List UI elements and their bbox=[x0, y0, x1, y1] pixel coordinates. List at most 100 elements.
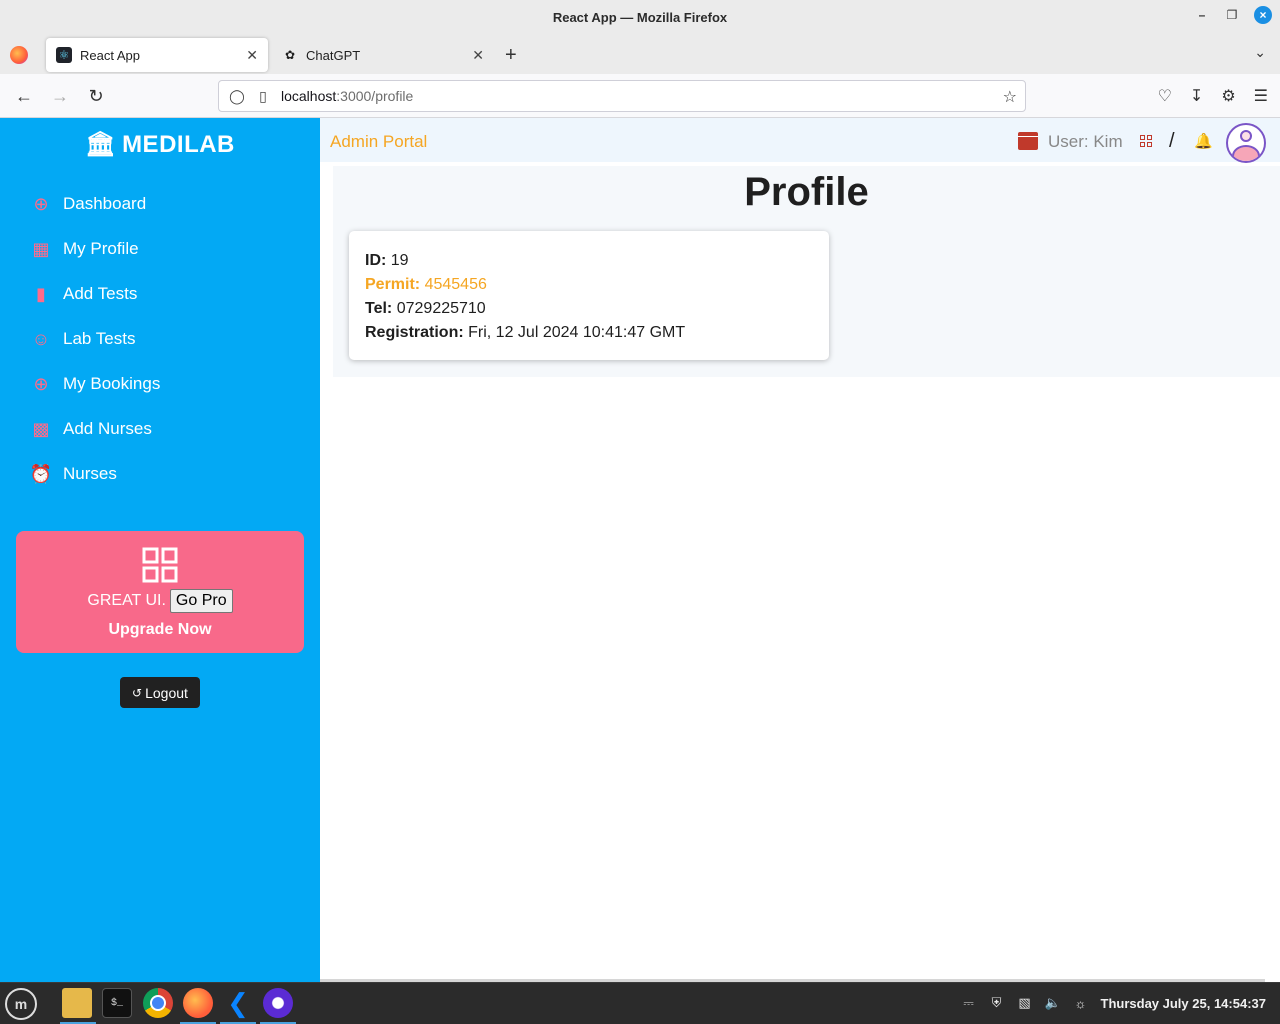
person-icon: ☺ bbox=[31, 328, 51, 349]
firefox-view-icon[interactable] bbox=[10, 46, 28, 64]
forward-icon[interactable]: → bbox=[49, 86, 71, 107]
page-icon[interactable]: ▯ bbox=[255, 88, 271, 105]
user-label: User: Kim bbox=[1048, 132, 1123, 151]
firefox-icon[interactable] bbox=[183, 988, 213, 1018]
mint-menu-icon[interactable]: m bbox=[5, 988, 37, 1020]
profile-section: Profile ID: 19 Permit: 4545456 Tel: 0729… bbox=[333, 166, 1280, 377]
bell-icon[interactable]: 🔔 bbox=[1194, 132, 1213, 150]
sidebar-item-label: Add Nurses bbox=[63, 419, 152, 438]
avatar[interactable] bbox=[1226, 123, 1266, 163]
separator: / bbox=[1169, 130, 1175, 152]
alarm-icon: ⏰ bbox=[29, 463, 53, 484]
portal-title: Admin Portal bbox=[330, 132, 428, 151]
upgrade-promo-card: GREAT UI. Go Pro Upgrade Now bbox=[16, 531, 304, 653]
tab-react-app[interactable]: ⚛ React App ✕ bbox=[46, 38, 268, 72]
url-path: :3000/profile bbox=[336, 88, 414, 104]
sidebar-item-add-nurses[interactable]: ▩ Add Nurses bbox=[30, 414, 152, 444]
calendar-icon[interactable] bbox=[1018, 132, 1038, 150]
sidebar: 🏛 MEDILAB ⊕ Dashboard ▦ My Profile ▮ Add … bbox=[0, 118, 320, 982]
sidebar-item-label: Nurses bbox=[63, 464, 117, 483]
react-favicon-icon: ⚛ bbox=[56, 47, 72, 63]
plus-circle-icon: ⊕ bbox=[33, 373, 49, 394]
vscode-icon[interactable]: ❮ bbox=[223, 988, 253, 1018]
tab-chatgpt[interactable]: ✿ ChatGPT ✕ bbox=[272, 38, 494, 72]
window-titlebar: React App — Mozilla Firefox – ❐ × bbox=[0, 0, 1280, 34]
back-icon[interactable]: ← bbox=[13, 86, 35, 107]
grid-icon: ▦ bbox=[32, 238, 50, 259]
bank-icon: 🏛 bbox=[85, 131, 117, 158]
sidebar-item-label: Add Tests bbox=[63, 284, 138, 303]
logout-button[interactable]: ↺ Logout bbox=[120, 677, 200, 708]
chevron-down-icon[interactable]: ⌄ bbox=[1254, 44, 1266, 61]
id-value: 19 bbox=[390, 252, 409, 269]
sidebar-item-my-profile[interactable]: ▦ My Profile bbox=[30, 234, 138, 264]
registration-label: Registration: bbox=[365, 324, 464, 341]
url-host: localhost bbox=[281, 88, 337, 104]
window-title: React App — Mozilla Firefox bbox=[552, 9, 728, 25]
tel-value: 0729225710 bbox=[396, 300, 486, 317]
profile-tel-row: Tel: 0729225710 bbox=[365, 297, 813, 321]
terminal-icon[interactable]: $_ bbox=[102, 988, 132, 1018]
clock[interactable]: Thursday July 25, 14:54:37 bbox=[1101, 996, 1266, 1011]
close-tab-icon[interactable]: ✕ bbox=[472, 47, 484, 64]
permit-value: 4545456 bbox=[424, 276, 487, 293]
brand-name: MEDILAB bbox=[122, 131, 235, 158]
close-window-icon[interactable]: × bbox=[1254, 6, 1272, 24]
menu-icon[interactable]: ☰ bbox=[1254, 86, 1268, 106]
extensions-icon[interactable]: ⚙ bbox=[1221, 86, 1235, 106]
plus-circle-icon: ⊕ bbox=[33, 193, 49, 214]
apps-grid-icon[interactable] bbox=[1140, 135, 1152, 147]
sidebar-item-dashboard[interactable]: ⊕ Dashboard bbox=[30, 189, 146, 219]
pocket-icon[interactable]: ♡ bbox=[1158, 86, 1172, 106]
registration-value: Fri, 12 Jul 2024 10:41:47 GMT bbox=[468, 324, 686, 341]
id-label: ID: bbox=[365, 252, 387, 269]
sidebar-item-label: Lab Tests bbox=[63, 329, 136, 348]
sidebar-item-lab-tests[interactable]: ☺ Lab Tests bbox=[30, 324, 136, 354]
promo-text: GREAT UI. bbox=[87, 592, 166, 609]
shield-icon[interactable]: ⛨ bbox=[989, 995, 1005, 1011]
navigation-toolbar: ← → ↻ ◯ ▯ localhost:3000/profile ☆ ♡ ↧ ⚙… bbox=[0, 74, 1280, 118]
page-title: Profile bbox=[744, 170, 869, 214]
shield-icon[interactable]: ◯ bbox=[229, 88, 245, 105]
download-icon[interactable]: ↧ bbox=[1190, 86, 1203, 106]
profile-registration-row: Registration: Fri, 12 Jul 2024 10:41:47 … bbox=[365, 321, 813, 345]
maximize-icon[interactable]: ❐ bbox=[1224, 7, 1240, 23]
profile-card: ID: 19 Permit: 4545456 Tel: 0729225710 R… bbox=[349, 231, 829, 360]
logout-label: Logout bbox=[145, 684, 188, 701]
tel-label: Tel: bbox=[365, 300, 393, 317]
tab-label: ChatGPT bbox=[306, 47, 361, 63]
go-pro-button[interactable]: Go Pro bbox=[169, 589, 233, 613]
chatgpt-favicon-icon: ✿ bbox=[284, 48, 296, 62]
sidebar-item-nurses[interactable]: ⏰ Nurses bbox=[30, 459, 117, 489]
logout-icon: ↺ bbox=[132, 685, 143, 700]
close-tab-icon[interactable]: ✕ bbox=[246, 47, 258, 64]
sidebar-item-my-bookings[interactable]: ⊕ My Bookings bbox=[30, 369, 160, 399]
volume-icon[interactable]: 🔈 bbox=[1045, 995, 1061, 1011]
system-tray: ⎓ ⛨ ▧ 🔈 ☼ Thursday July 25, 14:54:37 bbox=[961, 995, 1266, 1011]
sidebar-item-label: Dashboard bbox=[63, 194, 147, 213]
gift-icon: ▩ bbox=[32, 418, 50, 439]
profile-id-row: ID: 19 bbox=[365, 249, 813, 273]
bookmark-star-icon[interactable]: ☆ bbox=[1003, 87, 1017, 107]
brand-logo[interactable]: 🏛 MEDILAB bbox=[0, 130, 320, 159]
book-icon: ▮ bbox=[36, 283, 46, 304]
network-icon[interactable]: ▧ bbox=[1017, 995, 1033, 1011]
url-bar[interactable]: ◯ ▯ localhost:3000/profile ☆ bbox=[218, 80, 1026, 112]
minimize-icon[interactable]: – bbox=[1194, 7, 1210, 23]
app-icon[interactable] bbox=[263, 988, 293, 1018]
profile-permit-row: Permit: 4545456 bbox=[365, 273, 813, 297]
tab-strip: ⚛ React App ✕ ✿ ChatGPT ✕ + ⌄ bbox=[0, 34, 1280, 74]
clipboard-icon[interactable]: ⎓ bbox=[961, 995, 977, 1011]
sidebar-item-label: My Bookings bbox=[63, 374, 161, 393]
permit-label: Permit: bbox=[365, 276, 421, 293]
grid-icon bbox=[142, 547, 178, 583]
app-header: Admin Portal User: Kim / 🔔 bbox=[320, 118, 1280, 163]
upgrade-now-link[interactable]: Upgrade Now bbox=[16, 621, 304, 639]
new-tab-icon[interactable]: + bbox=[505, 44, 517, 67]
chrome-icon[interactable] bbox=[143, 988, 173, 1018]
brightness-icon[interactable]: ☼ bbox=[1073, 996, 1089, 1011]
reload-icon[interactable]: ↻ bbox=[85, 86, 107, 107]
tab-label: React App bbox=[80, 47, 140, 63]
files-icon[interactable] bbox=[62, 988, 92, 1018]
sidebar-item-add-tests[interactable]: ▮ Add Tests bbox=[30, 279, 137, 309]
